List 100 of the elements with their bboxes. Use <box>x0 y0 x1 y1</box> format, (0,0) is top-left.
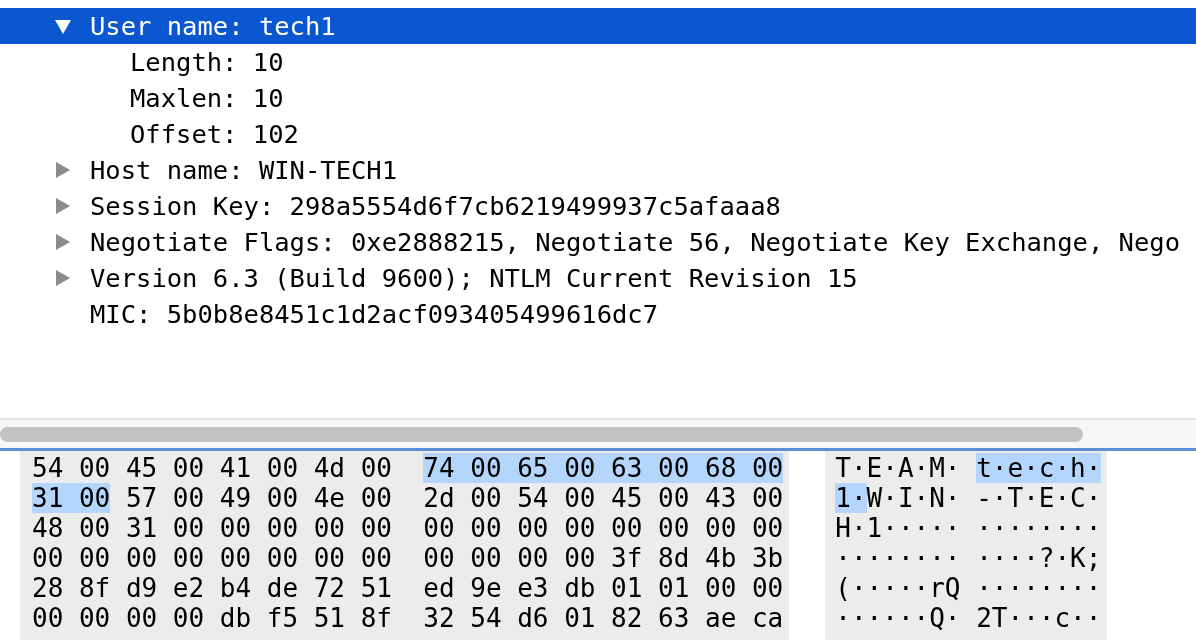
ascii-char[interactable]: · <box>850 543 867 573</box>
ascii-char[interactable]: · <box>944 483 961 513</box>
hex-byte[interactable]: 00 <box>125 603 158 633</box>
hex-byte[interactable]: 00 <box>266 453 299 483</box>
hex-byte[interactable]: 00 <box>751 453 784 483</box>
hex-byte[interactable]: 00 <box>470 513 502 543</box>
ascii-char[interactable]: Q <box>929 603 945 633</box>
hex-byte[interactable]: 00 <box>172 603 205 633</box>
hex-byte[interactable]: 3f <box>611 543 643 573</box>
ascii-char[interactable]: · <box>850 573 867 603</box>
hex-byte[interactable]: 4e <box>313 483 346 513</box>
ascii-char[interactable]: · <box>976 573 992 603</box>
tree-row[interactable]: Host name: WIN-TECH1 <box>0 152 1196 188</box>
ascii-char[interactable]: · <box>991 573 1008 603</box>
hex-byte[interactable]: 00 <box>751 483 784 513</box>
hex-byte[interactable]: 01 <box>658 573 690 603</box>
tree-row[interactable]: Maxlen: 10 <box>0 80 1196 116</box>
hex-byte[interactable]: 00 <box>313 543 346 573</box>
hex-byte[interactable]: 31 <box>32 483 79 513</box>
ascii-char[interactable]: · <box>1023 483 1039 513</box>
hex-byte[interactable]: 00 <box>470 453 518 483</box>
hex-byte[interactable]: 00 <box>219 513 252 543</box>
tree-row[interactable]: Session Key: 298a5554d6f7cb6219499937c5afaaa8 <box>0 188 1196 224</box>
hex-byte[interactable]: 01 <box>611 573 643 603</box>
hex-byte[interactable]: 00 <box>658 513 690 543</box>
hex-byte[interactable]: 00 <box>658 453 705 483</box>
ascii-char[interactable]: · <box>882 483 898 513</box>
hex-byte[interactable]: 00 <box>564 543 596 573</box>
ascii-char[interactable]: T <box>835 453 851 483</box>
hex-byte[interactable]: 00 <box>423 543 455 573</box>
hex-byte[interactable]: 68 <box>705 453 752 483</box>
hex-byte[interactable]: 00 <box>705 513 737 543</box>
hex-byte[interactable]: 00 <box>360 483 392 513</box>
ascii-char[interactable]: · <box>1085 573 1102 603</box>
ascii-char[interactable]: · <box>882 453 898 483</box>
ascii-char[interactable]: · <box>1054 573 1071 603</box>
hex-byte[interactable]: 45 <box>611 483 643 513</box>
hex-byte[interactable]: 2d <box>423 483 455 513</box>
hex-byte[interactable]: 72 <box>313 573 346 603</box>
hex-byte[interactable]: 8f <box>360 603 392 633</box>
hex-byte[interactable]: ca <box>751 603 784 633</box>
hex-byte[interactable]: 00 <box>470 483 502 513</box>
hex-byte[interactable]: 00 <box>313 513 346 543</box>
ascii-char[interactable]: H <box>835 513 851 543</box>
ascii-char[interactable]: · <box>1007 513 1024 543</box>
hex-byte[interactable]: 00 <box>564 453 612 483</box>
hex-byte[interactable]: 32 <box>423 603 455 633</box>
hex-byte[interactable]: 00 <box>266 513 299 543</box>
ascii-char[interactable]: · <box>897 513 914 543</box>
ascii-char[interactable]: · <box>944 543 961 573</box>
ascii-char[interactable]: I <box>897 483 914 513</box>
hex-byte[interactable]: 00 <box>172 513 205 543</box>
ascii-char[interactable]: T <box>991 603 1008 633</box>
ascii-char[interactable]: · <box>882 513 898 543</box>
hex-byte[interactable]: 00 <box>564 483 596 513</box>
hex-byte[interactable]: 4d <box>313 453 346 483</box>
hex-byte[interactable]: db <box>219 603 252 633</box>
disclosure-triangle-icon[interactable] <box>55 234 71 250</box>
ascii-char[interactable]: 2 <box>976 603 992 633</box>
hex-byte[interactable]: 54 <box>517 483 549 513</box>
hex-byte[interactable]: 51 <box>313 603 346 633</box>
ascii-char[interactable]: E <box>866 453 883 483</box>
hex-byte[interactable]: 54 <box>470 603 502 633</box>
ascii-char[interactable]: 1 <box>866 513 883 543</box>
hex-byte[interactable]: 00 <box>517 513 549 543</box>
hex-byte[interactable]: 63 <box>658 603 690 633</box>
hex-byte[interactable]: ae <box>705 603 737 633</box>
hex-byte[interactable]: 00 <box>751 513 784 543</box>
ascii-char[interactable]: · <box>1023 543 1039 573</box>
ascii-char[interactable]: · <box>913 573 930 603</box>
ascii-char[interactable]: · <box>866 543 883 573</box>
ascii-char[interactable]: ; <box>1085 543 1102 573</box>
ascii-char[interactable]: · <box>1054 543 1071 573</box>
ascii-char[interactable]: M <box>929 453 945 483</box>
hex-byte[interactable]: 00 <box>172 543 205 573</box>
hex-byte[interactable]: 00 <box>611 513 643 543</box>
ascii-char[interactable]: C <box>1070 483 1086 513</box>
ascii-char[interactable]: · <box>882 543 898 573</box>
hex-byte[interactable]: 43 <box>705 483 737 513</box>
ascii-char[interactable]: · <box>850 513 867 543</box>
hex-byte[interactable]: 00 <box>125 543 158 573</box>
hex-byte[interactable]: 00 <box>266 483 299 513</box>
hex-byte[interactable]: 28 <box>32 573 64 603</box>
ascii-char[interactable]: T <box>1007 483 1024 513</box>
disclosure-triangle-icon[interactable] <box>55 198 71 214</box>
hex-byte[interactable]: 00 <box>32 603 64 633</box>
ascii-char[interactable]: c <box>1054 603 1071 633</box>
ascii-char[interactable]: · <box>913 483 930 513</box>
hex-byte[interactable]: 00 <box>172 453 205 483</box>
hex-byte[interactable]: 48 <box>32 513 64 543</box>
ascii-char[interactable]: ? <box>1038 543 1055 573</box>
hex-byte[interactable]: 00 <box>266 543 299 573</box>
ascii-char[interactable]: · <box>897 543 914 573</box>
ascii-char[interactable]: · <box>944 603 961 633</box>
ascii-char[interactable]: · <box>913 603 930 633</box>
ascii-char[interactable]: ( <box>835 573 851 603</box>
hex-byte[interactable]: 8f <box>78 573 111 603</box>
tree-row[interactable]: MIC: 5b0b8e8451c1d2acf093405499616dc7 <box>0 296 1196 332</box>
scrollbar-thumb[interactable] <box>0 426 1083 442</box>
ascii-char[interactable]: · <box>1038 513 1055 543</box>
